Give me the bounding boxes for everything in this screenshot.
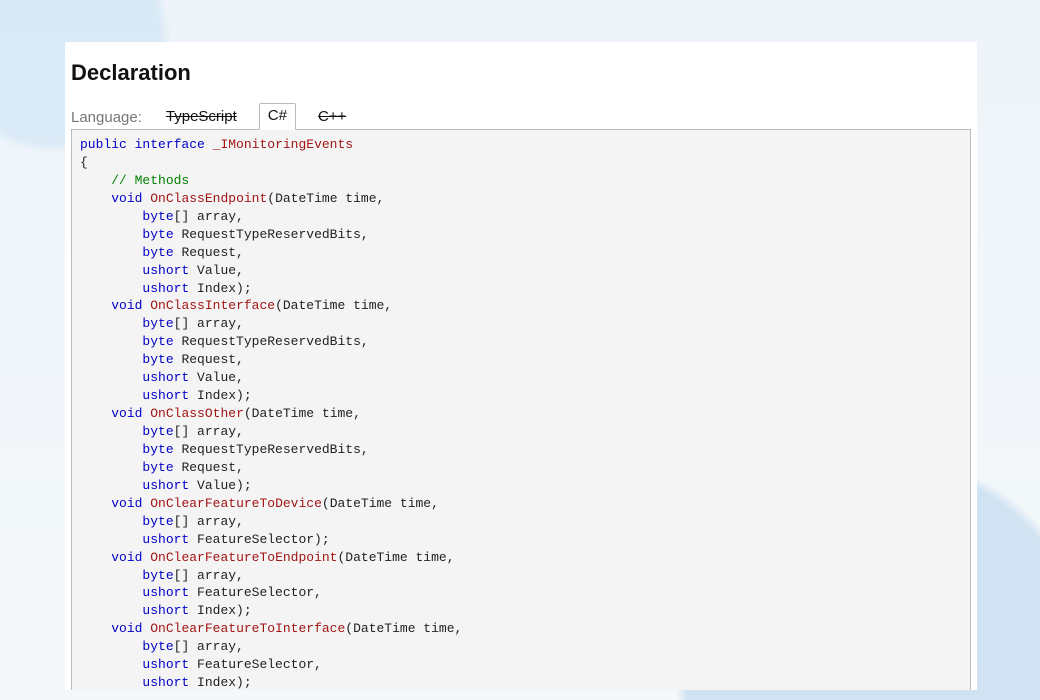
declaration-panel: Declaration Language: TypeScript C# C++ … <box>65 42 977 690</box>
tab-typescript[interactable]: TypeScript <box>158 105 245 130</box>
section-heading: Declaration <box>65 60 977 86</box>
language-tabs: Language: TypeScript C# C++ <box>65 102 977 130</box>
code-box: public interface _IMonitoringEvents { //… <box>71 129 971 690</box>
tab-cpp[interactable]: C++ <box>310 105 354 130</box>
tab-csharp[interactable]: C# <box>259 103 296 130</box>
code-listing: public interface _IMonitoringEvents { //… <box>80 136 962 690</box>
language-label: Language: <box>71 109 142 130</box>
